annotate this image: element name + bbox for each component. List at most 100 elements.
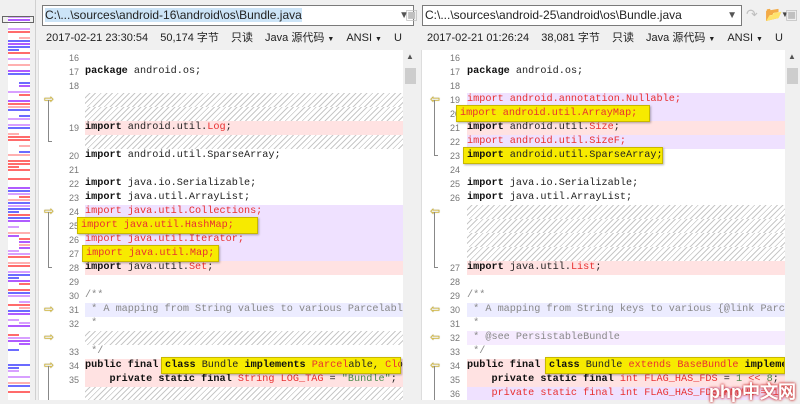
left-mode[interactable]: 只读	[231, 32, 253, 44]
copy-to-right-arrow-icon[interactable]: ⇨	[44, 303, 54, 317]
code-line-text: import java.util.ArrayList;	[85, 191, 403, 205]
overview-diff-mark	[19, 283, 30, 285]
overview-diff-mark	[8, 178, 30, 180]
caret-down-icon[interactable]: ▼	[375, 36, 382, 43]
code-line[interactable]: ⇨	[39, 331, 403, 345]
code-line[interactable]: import java.util.ArrayList; 23	[39, 191, 403, 205]
code-line[interactable]: 21	[39, 163, 403, 177]
scroll-up-icon[interactable]: ▲	[788, 52, 796, 61]
overview-diff-mark	[8, 337, 30, 339]
code-line[interactable]: /** 30	[39, 289, 403, 303]
line-number: 30	[449, 305, 460, 315]
code-line[interactable]: 28	[422, 275, 785, 289]
code-line[interactable]: * @see PersistableBundle 32 ⇦	[422, 331, 785, 345]
diff-overview-strip[interactable]	[0, 0, 36, 400]
overview-diff-mark	[8, 127, 30, 129]
code-line[interactable]: import java.util.List; 27	[422, 261, 785, 275]
code-token: import android.annotation.Nullable;	[467, 94, 681, 105]
diff-block-bracket	[48, 212, 52, 268]
swap-icon[interactable]: ↷	[746, 6, 758, 23]
code-line[interactable]: * 32	[39, 317, 403, 331]
copy-to-left-arrow-icon[interactable]: ⇦	[430, 331, 440, 345]
code-line[interactable]	[39, 135, 403, 149]
overview-diff-mark	[8, 70, 30, 72]
save-icon[interactable]: ▣	[785, 6, 798, 23]
right-path-combobox[interactable]: C:\...\sources\android-25\android\os\Bun…	[422, 5, 742, 26]
code-line[interactable]: * A mapping from String keys to various …	[422, 303, 785, 317]
overview-diff-mark	[8, 208, 30, 210]
overview-diff-mark	[8, 370, 19, 372]
overview-diff-mark	[8, 109, 30, 111]
copy-to-right-arrow-icon[interactable]: ⇨	[44, 331, 54, 345]
scrollbar-thumb[interactable]	[787, 68, 798, 84]
code-token: import	[85, 178, 128, 189]
right-encoding[interactable]: ANSI	[727, 32, 753, 44]
code-line[interactable]: import java.util.Set; 28	[39, 261, 403, 275]
code-token: android.util.	[509, 122, 590, 133]
copy-to-left-arrow-icon[interactable]: ⇦	[430, 303, 440, 317]
left-scrollbar[interactable]: ▲	[403, 50, 418, 400]
code-line[interactable]: 18	[422, 79, 785, 93]
left-encoding[interactable]: ANSI	[346, 32, 372, 44]
code-line[interactable]: import java.io.Serializable; 22	[39, 177, 403, 191]
code-line[interactable]: * A mapping from String values to variou…	[39, 303, 403, 317]
code-line[interactable]: /** 29	[422, 289, 785, 303]
code-token: ;	[613, 122, 620, 133]
code-line-text: * A mapping from String values to variou…	[85, 303, 403, 317]
left-code-view[interactable]: 16 package android.os; 17 18 ⇨ import android…	[38, 50, 403, 400]
code-token: import	[85, 262, 128, 273]
caret-down-icon[interactable]: ▼	[327, 36, 334, 43]
right-mode[interactable]: 只读	[612, 32, 634, 44]
code-token: * A mapping from String keys to various …	[473, 304, 785, 315]
code-line[interactable]	[422, 219, 785, 233]
overview-diff-mark	[8, 205, 30, 207]
overview-diff-map[interactable]	[8, 16, 30, 400]
right-file-info: 2017-02-21 01:26:24 38,081 字节 只读 Java 源代…	[427, 29, 792, 47]
code-line[interactable]: ⇨	[39, 93, 403, 107]
code-token: class	[549, 360, 586, 371]
right-syntax[interactable]: Java 源代码	[646, 32, 705, 44]
code-line[interactable]: 18	[39, 79, 403, 93]
code-line[interactable]: import java.util.ArrayList; 26	[422, 191, 785, 205]
open-folder-icon[interactable]: 📂	[765, 6, 782, 23]
code-token: "Bundle"	[341, 374, 391, 385]
left-path-combobox[interactable]: C:\...\sources\android-16\android\os\Bun…	[42, 5, 414, 26]
code-line[interactable]: 24	[422, 163, 785, 177]
caret-down-icon[interactable]: ▼	[756, 36, 763, 43]
code-line[interactable]: * 31	[422, 317, 785, 331]
line-number: 18	[68, 81, 79, 91]
code-line[interactable]: ⇦	[422, 205, 785, 219]
code-token: java.io.Serializable;	[127, 178, 257, 189]
code-line[interactable]: package android.os; 17	[422, 65, 785, 79]
scrollbar-thumb[interactable]	[405, 68, 416, 84]
code-line[interactable]: package android.os; 17	[39, 65, 403, 79]
overview-viewport-marker[interactable]	[2, 16, 34, 23]
code-token: import	[85, 192, 128, 203]
code-line[interactable]: 16	[422, 51, 785, 65]
code-line[interactable]	[39, 107, 403, 121]
code-line[interactable]: 16	[39, 51, 403, 65]
code-line[interactable]: import java.io.Serializable; 25	[422, 177, 785, 191]
overview-diff-mark	[8, 340, 30, 342]
code-line[interactable]: import android.util.Log; 19	[39, 121, 403, 135]
code-line[interactable]	[39, 387, 403, 400]
code-line[interactable]: 29	[39, 275, 403, 289]
right-scrollbar[interactable]: ▲	[785, 50, 800, 400]
caret-down-icon[interactable]: ▼	[708, 36, 715, 43]
code-line[interactable]: private static final String LOG_TAG = "B…	[39, 373, 403, 387]
code-line[interactable]: import android.util.SparseArray; 20	[39, 149, 403, 163]
code-token: import	[467, 192, 510, 203]
code-line-text: package android.os;	[85, 65, 403, 79]
code-line[interactable]	[422, 247, 785, 261]
chevron-down-icon[interactable]: ▼	[727, 6, 737, 25]
overview-diff-mark	[8, 391, 30, 393]
code-line[interactable]	[422, 233, 785, 247]
save-icon[interactable]: ▣	[405, 6, 418, 23]
overview-diff-mark	[8, 52, 30, 54]
code-token: android.os;	[133, 66, 202, 77]
left-syntax[interactable]: Java 源代码	[265, 32, 324, 44]
code-line[interactable]: import android.util.Size; 21	[422, 121, 785, 135]
overview-diff-mark	[8, 106, 30, 108]
scroll-up-icon[interactable]: ▲	[406, 52, 414, 61]
right-code-view[interactable]: 16 package android.os; 17 18 import android.…	[421, 50, 785, 400]
